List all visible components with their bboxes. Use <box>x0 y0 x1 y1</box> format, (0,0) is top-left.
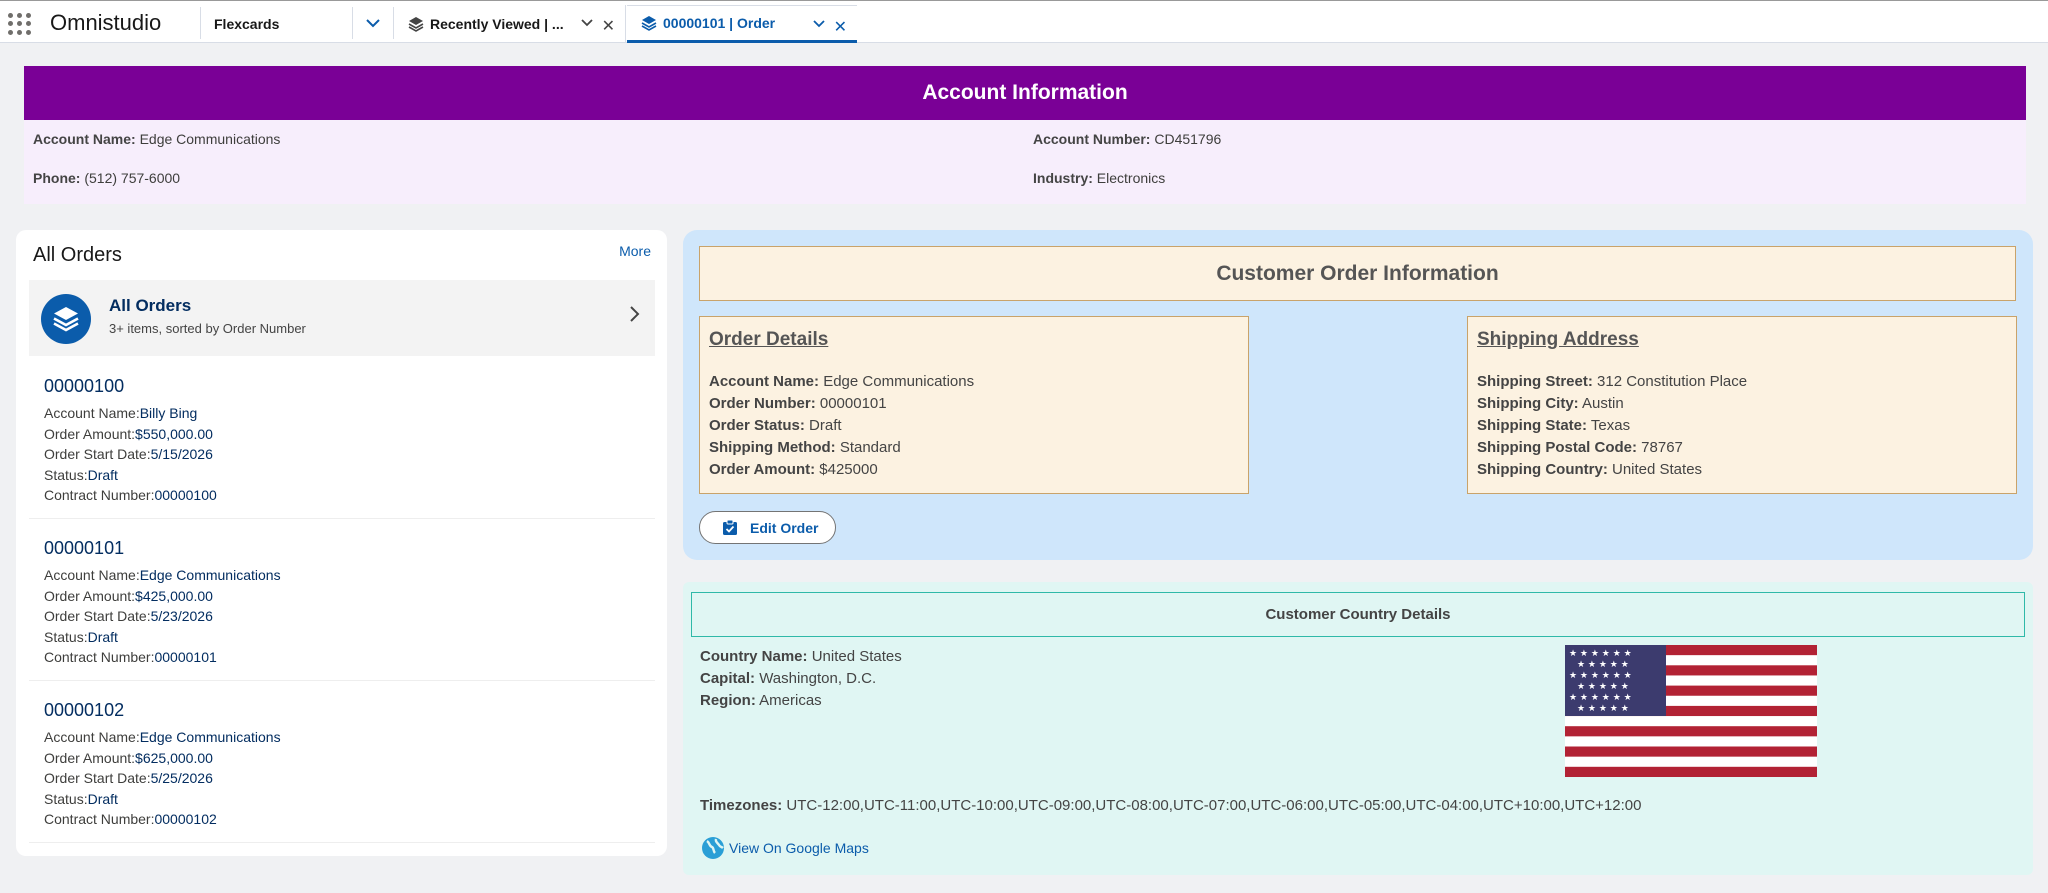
svg-text:★ ★ ★ ★ ★: ★ ★ ★ ★ ★ <box>1577 704 1629 714</box>
globe-icon <box>702 837 724 859</box>
us-flag-image: ★ ★ ★ ★ ★ ★ ★ ★ ★ ★ ★ ★ ★ ★ ★ ★ ★ ★ ★ ★ … <box>1565 645 1817 777</box>
list-item[interactable]: 00000100 Account Name:Billy Bing Order A… <box>44 376 654 508</box>
view-on-google-maps-link[interactable]: View On Google Maps <box>701 836 869 860</box>
divider <box>29 680 655 681</box>
country-details-card: Customer Country Details Country Name: U… <box>683 582 2033 875</box>
tab-label: 00000101 | Order <box>663 15 776 31</box>
nav-selector[interactable]: Flexcards <box>200 7 353 39</box>
svg-text:★ ★ ★ ★ ★: ★ ★ ★ ★ ★ <box>1577 660 1629 670</box>
chevron-down-icon[interactable] <box>813 19 825 28</box>
tab-recently-viewed[interactable]: Recently Viewed | ... ✕ <box>394 5 626 43</box>
svg-text:★ ★ ★ ★ ★ ★: ★ ★ ★ ★ ★ ★ <box>1569 693 1632 703</box>
app-launcher-icon[interactable] <box>8 13 32 35</box>
shipping-state-field: Shipping State: Texas <box>1477 417 1631 434</box>
layers-icon <box>408 17 424 32</box>
order-details-title: Order Details <box>709 329 829 350</box>
country-name-field: Country Name: United States <box>700 648 902 665</box>
shipping-method-field: Shipping Method: Standard <box>709 439 901 456</box>
edit-order-button[interactable]: Edit Order <box>699 511 836 544</box>
list-title: All Orders <box>109 296 192 315</box>
tab-order[interactable]: 00000101 | Order ✕ <box>627 5 857 43</box>
more-link[interactable]: More <box>619 243 651 259</box>
svg-text:★ ★ ★ ★ ★: ★ ★ ★ ★ ★ <box>1577 682 1629 692</box>
order-number[interactable]: 00000101 <box>44 538 654 559</box>
clipboard-check-icon <box>723 519 737 535</box>
shipping-postal-field: Shipping Postal Code: 78767 <box>1477 439 1683 456</box>
close-icon[interactable]: ✕ <box>602 16 615 36</box>
nav-menu-button[interactable] <box>353 7 394 39</box>
account-information-card: Account Information Account Name: Edge C… <box>24 66 2026 204</box>
country-details-title: Customer Country Details <box>691 592 2025 637</box>
all-orders-title: All Orders <box>33 244 122 266</box>
account-number-field: Account Number: CD451796 <box>1033 131 1222 147</box>
close-icon[interactable]: ✕ <box>834 17 847 37</box>
shipping-address-box: Shipping Address Shipping Street: 312 Co… <box>1467 316 2017 494</box>
list-subtitle: 3+ items, sorted by Order Number <box>109 321 306 336</box>
capital-field: Capital: Washington, D.C. <box>700 670 877 687</box>
order-account-field: Account Name: Edge Communications <box>709 373 975 390</box>
chevron-right-icon <box>630 306 640 322</box>
svg-text:★ ★ ★ ★ ★ ★: ★ ★ ★ ★ ★ ★ <box>1569 671 1632 681</box>
list-item[interactable]: 00000102 Account Name:Edge Communication… <box>44 700 654 832</box>
list-item[interactable]: 00000101 Account Name:Edge Communication… <box>44 538 654 670</box>
order-number[interactable]: 00000100 <box>44 376 654 397</box>
global-header: Omnistudio Flexcards Recently Viewed | .… <box>0 0 2048 43</box>
order-amount-field: Order Amount: $425000 <box>709 461 878 478</box>
svg-text:★ ★ ★ ★ ★ ★: ★ ★ ★ ★ ★ ★ <box>1569 649 1632 659</box>
shipping-address-title: Shipping Address <box>1477 329 1639 350</box>
shipping-street-field: Shipping Street: 312 Constitution Place <box>1477 373 1748 390</box>
phone-field: Phone: (512) 757-6000 <box>33 170 181 186</box>
divider <box>29 842 655 843</box>
divider <box>29 518 655 519</box>
layers-icon <box>41 294 91 344</box>
order-number-field: Order Number: 00000101 <box>709 395 887 412</box>
shipping-city-field: Shipping City: Austin <box>1477 395 1624 412</box>
layers-icon <box>641 16 657 31</box>
chevron-down-icon <box>366 19 380 28</box>
order-details-box: Order Details Account Name: Edge Communi… <box>699 316 1249 494</box>
tab-label: Recently Viewed | ... <box>430 16 564 32</box>
all-orders-list-header[interactable]: All Orders 3+ items, sorted by Order Num… <box>29 280 655 356</box>
region-field: Region: Americas <box>700 692 822 709</box>
app-name: Omnistudio <box>50 10 162 35</box>
account-information-title: Account Information <box>24 66 2026 120</box>
customer-order-title: Customer Order Information <box>699 246 2016 301</box>
order-number[interactable]: 00000102 <box>44 700 654 721</box>
industry-field: Industry: Electronics <box>1033 170 1166 186</box>
customer-order-card: Customer Order Information Order Details… <box>683 230 2033 560</box>
shipping-country-field: Shipping Country: United States <box>1477 461 1703 478</box>
timezones-field: Timezones: UTC-12:00,UTC-11:00,UTC-10:00… <box>700 797 1642 814</box>
order-status-field: Order Status: Draft <box>709 417 842 434</box>
chevron-down-icon[interactable] <box>581 18 593 27</box>
account-name-field: Account Name: Edge Communications <box>33 131 281 147</box>
all-orders-card: All Orders More All Orders 3+ items, sor… <box>16 230 667 856</box>
